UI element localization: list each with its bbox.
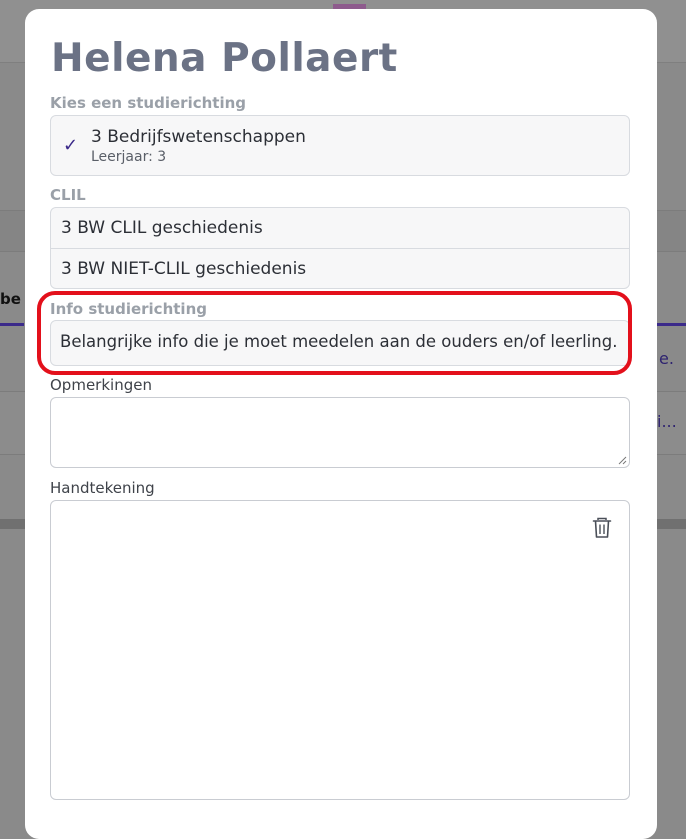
remarks-label: Opmerkingen <box>50 376 152 394</box>
trash-icon[interactable] <box>592 517 612 539</box>
study-option-year: Leerjaar: 3 <box>91 149 167 165</box>
clil-label: CLIL <box>50 186 86 204</box>
study-option-selected[interactable]: ✓ 3 Bedrijfswetenschappen Leerjaar: 3 <box>50 115 630 176</box>
signature-pad[interactable] <box>50 500 630 800</box>
check-icon: ✓ <box>63 135 79 156</box>
clil-options: 3 BW CLIL geschiedenis 3 BW NIET-CLIL ge… <box>50 207 630 289</box>
background-tab-underline-right <box>657 323 686 326</box>
highlight-outline <box>37 291 632 375</box>
background-tab-underline <box>0 323 24 326</box>
modal-title: Helena Pollaert <box>51 36 398 81</box>
remarks-textarea[interactable] <box>50 397 630 468</box>
clil-option[interactable]: 3 BW CLIL geschiedenis <box>51 208 629 248</box>
student-modal: Helena Pollaert Kies een studierichting … <box>25 9 657 839</box>
background-tab-label: be <box>0 290 21 308</box>
study-option-name: 3 Bedrijfswetenschappen <box>91 127 306 147</box>
background-text-fragment: e. <box>659 349 674 368</box>
background-link-fragment: i... <box>657 412 677 431</box>
signature-label: Handtekening <box>50 479 155 497</box>
clil-option[interactable]: 3 BW NIET-CLIL geschiedenis <box>51 248 629 289</box>
study-label: Kies een studierichting <box>50 94 247 112</box>
resize-grip-icon[interactable] <box>618 456 627 465</box>
